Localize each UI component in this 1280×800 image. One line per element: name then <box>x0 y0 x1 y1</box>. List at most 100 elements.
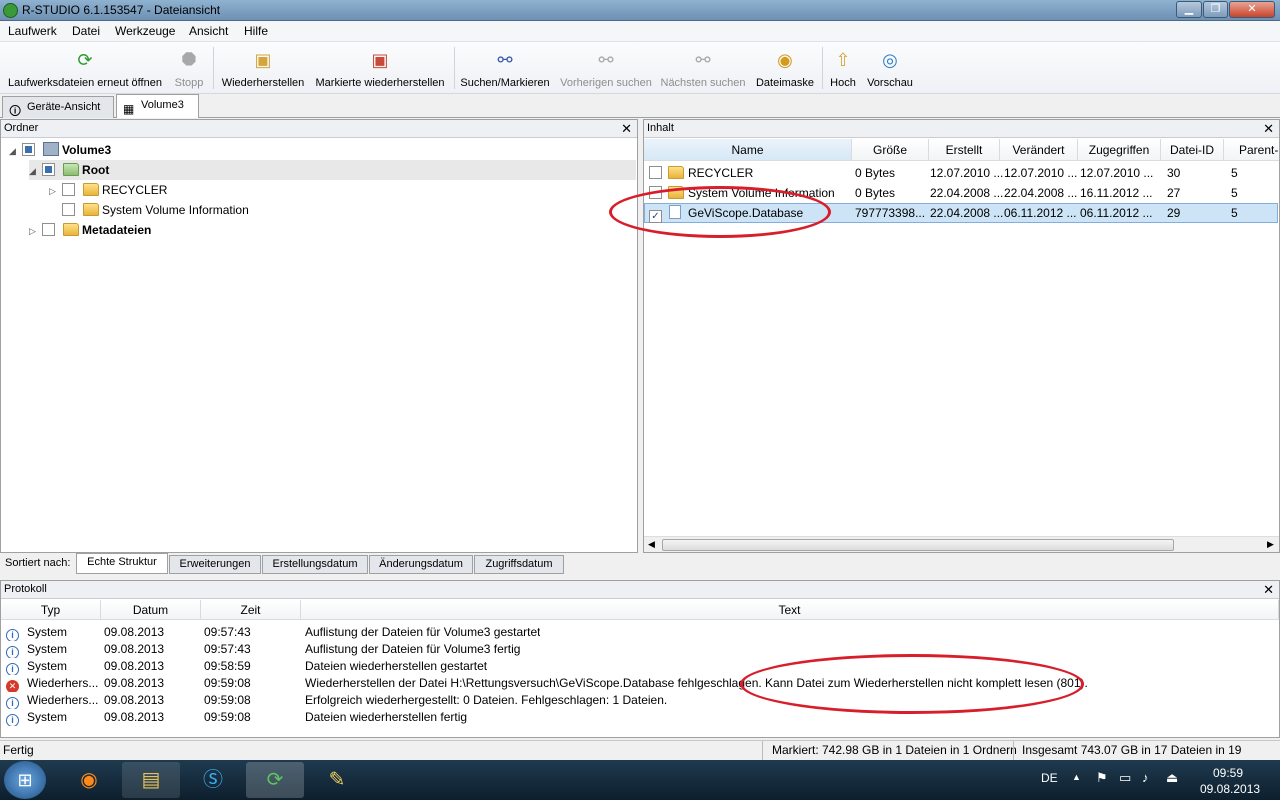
recover-marked-button[interactable]: ▣ Markierte wiederherstellen <box>312 48 448 92</box>
reopen-drive-files-button[interactable]: ⟳ Laufwerksdateien erneut öffnen <box>4 48 166 92</box>
find-previous-button[interactable]: ⚯ Vorherigen suchen <box>558 48 654 92</box>
expand-icon[interactable]: ▷ <box>29 221 39 241</box>
sort-bar: Sortiert nach: Echte Struktur Erweiterun… <box>0 553 640 575</box>
scroll-left-icon[interactable]: ◀ <box>648 539 655 550</box>
row-checkbox[interactable] <box>649 166 662 179</box>
status-text: Fertig <box>3 743 34 757</box>
column-header-file-id[interactable]: Datei-ID <box>1161 139 1224 161</box>
log-column-date[interactable]: Datum <box>101 600 201 620</box>
clock-time[interactable]: 09:59 <box>1213 766 1243 780</box>
column-header-modified[interactable]: Verändert <box>1000 139 1078 161</box>
menu-ansicht[interactable]: Ansicht <box>189 24 228 38</box>
clock-date[interactable]: 09.08.2013 <box>1200 782 1260 796</box>
skype-icon[interactable]: Ⓢ <box>184 762 242 798</box>
folder-icon <box>62 163 79 176</box>
file-mask-icon: ◉ <box>777 50 793 70</box>
tree-item-root[interactable]: ◢ Root <box>29 160 636 180</box>
content-panel-header: Inhalt ✕ <box>644 120 1279 138</box>
minimize-button[interactable]: ▁ <box>1176 1 1202 18</box>
find-next-icon: ⚯ <box>695 50 711 70</box>
tree-item-recycler[interactable]: ▷ RECYCLER <box>49 180 167 200</box>
log-column-type[interactable]: Typ <box>1 600 101 620</box>
log-row[interactable]: i System 09.08.2013 09:58:59 Dateien wie… <box>1 658 1279 675</box>
app-icon <box>3 3 18 18</box>
log-row[interactable]: i System 09.08.2013 09:57:43 Auflistung … <box>1 624 1279 641</box>
collapse-icon[interactable]: ◢ <box>9 141 19 161</box>
view-tabs: 🛈 Geräte-Ansicht ▦ Volume3 <box>0 94 1280 118</box>
menu-hilfe[interactable]: Hilfe <box>244 24 268 38</box>
column-header-size[interactable]: Größe <box>852 139 929 161</box>
log-row[interactable]: i Wiederhers... 09.08.2013 09:59:08 Erfo… <box>1 692 1279 709</box>
tab-volume3[interactable]: ▦ Volume3 <box>116 94 199 118</box>
recover-button[interactable]: ▣ Wiederherstellen <box>218 48 308 92</box>
window-title: R-STUDIO 6.1.153547 - Dateiansicht <box>22 3 221 17</box>
sort-tab-creation-date[interactable]: Erstellungsdatum <box>262 555 368 574</box>
action-center-icon[interactable]: ⚑ <box>1096 770 1108 786</box>
tree-checkbox[interactable] <box>62 183 76 196</box>
device-view-icon: 🛈 <box>9 104 22 118</box>
close-button[interactable]: ✕ <box>1229 1 1275 18</box>
log-row-error[interactable]: ✕ Wiederhers... 09.08.2013 09:59:08 Wied… <box>1 675 1279 692</box>
firefox-icon[interactable]: ◉ <box>60 762 118 798</box>
tab-device-view[interactable]: 🛈 Geräte-Ansicht <box>2 96 114 118</box>
tree-checkbox[interactable] <box>22 143 36 156</box>
info-icon: i <box>6 697 19 709</box>
horizontal-scrollbar[interactable]: ◀ ▶ <box>644 536 1279 552</box>
menu-laufwerk[interactable]: Laufwerk <box>8 24 57 38</box>
tree-item-volume3[interactable]: ◢ Volume3 <box>9 140 111 160</box>
tree-item-system-volume-information[interactable]: System Volume Information <box>49 200 249 220</box>
title-bar: R-STUDIO 6.1.153547 - Dateiansicht ▁ ❐ ✕ <box>0 0 1280 21</box>
find-previous-icon: ⚯ <box>598 50 614 70</box>
column-header-parent-id[interactable]: Parent-I <box>1224 139 1279 161</box>
tree-checkbox[interactable] <box>42 223 56 236</box>
folder-panel-close-icon[interactable]: ✕ <box>621 120 632 137</box>
explorer-icon[interactable]: ▤ <box>122 762 180 798</box>
maximize-button[interactable]: ❐ <box>1203 1 1228 18</box>
folder-icon <box>668 166 684 179</box>
scroll-right-icon[interactable]: ▶ <box>1267 539 1274 550</box>
r-studio-taskbar-icon[interactable]: ⟳ <box>246 762 304 798</box>
tree-checkbox[interactable] <box>62 203 76 216</box>
column-header-accessed[interactable]: Zugegriffen <box>1078 139 1161 161</box>
sort-tab-extensions[interactable]: Erweiterungen <box>169 555 261 574</box>
log-column-text[interactable]: Text <box>301 600 1279 620</box>
volume-icon[interactable]: ♪ <box>1142 770 1149 785</box>
table-row[interactable]: RECYCLER 0 Bytes 12.07.2010 ... 12.07.20… <box>644 163 1279 183</box>
column-header-created[interactable]: Erstellt <box>929 139 1000 161</box>
expand-icon[interactable]: ▷ <box>49 181 59 201</box>
log-panel-close-icon[interactable]: ✕ <box>1263 581 1274 598</box>
sort-tab-real-structure[interactable]: Echte Struktur <box>76 553 168 574</box>
stop-button[interactable]: ⯃ Stopp <box>170 48 208 92</box>
menu-datei[interactable]: Datei <box>72 24 100 38</box>
preview-button[interactable]: ◎ Vorschau <box>865 48 915 92</box>
log-column-time[interactable]: Zeit <box>201 600 301 620</box>
log-row[interactable]: i System 09.08.2013 09:57:43 Auflistung … <box>1 641 1279 658</box>
find-next-button[interactable]: ⚯ Nächsten suchen <box>658 48 748 92</box>
recover-marked-icon: ▣ <box>371 50 389 70</box>
collapse-icon[interactable]: ◢ <box>29 161 39 181</box>
folder-icon <box>82 183 99 196</box>
up-button[interactable]: ⇧ Hoch <box>827 48 859 92</box>
show-hidden-icons-icon[interactable]: ▲ <box>1072 772 1081 782</box>
language-indicator[interactable]: DE <box>1041 771 1058 785</box>
menu-werkzeuge[interactable]: Werkzeuge <box>115 24 175 38</box>
tree-checkbox[interactable] <box>42 163 56 176</box>
tree-item-metadateien[interactable]: ▷ Metadateien <box>29 220 151 240</box>
binoculars-icon: ⚯ <box>497 50 513 70</box>
sort-tab-access-date[interactable]: Zugriffsdatum <box>474 555 564 574</box>
content-panel-close-icon[interactable]: ✕ <box>1263 120 1274 137</box>
start-button[interactable]: ⊞ <box>4 761 46 799</box>
network-icon[interactable]: ▭ <box>1119 770 1131 786</box>
taskbar: ⊞ ◉ ▤ Ⓢ ⟳ ✎ DE ▲ ⚑ ▭ ♪ ⏏ 09:59 09.08.201… <box>0 760 1280 800</box>
file-mask-button[interactable]: ◉ Dateimaske <box>754 48 816 92</box>
log-row[interactable]: i System 09.08.2013 09:59:08 Dateien wie… <box>1 709 1279 726</box>
scrollbar-thumb[interactable] <box>662 539 1174 551</box>
toolbar-separator <box>454 47 455 89</box>
sort-tab-modification-date[interactable]: Änderungsdatum <box>369 555 473 574</box>
column-header-name[interactable]: Name <box>644 139 852 161</box>
error-icon: ✕ <box>6 680 19 692</box>
usb-icon[interactable]: ⏏ <box>1166 770 1178 786</box>
search-mark-button[interactable]: ⚯ Suchen/Markieren <box>459 48 551 92</box>
log-panel: Protokoll ✕ Typ Datum Zeit Text i System… <box>0 580 1280 738</box>
paint-icon[interactable]: ✎ <box>308 762 366 798</box>
